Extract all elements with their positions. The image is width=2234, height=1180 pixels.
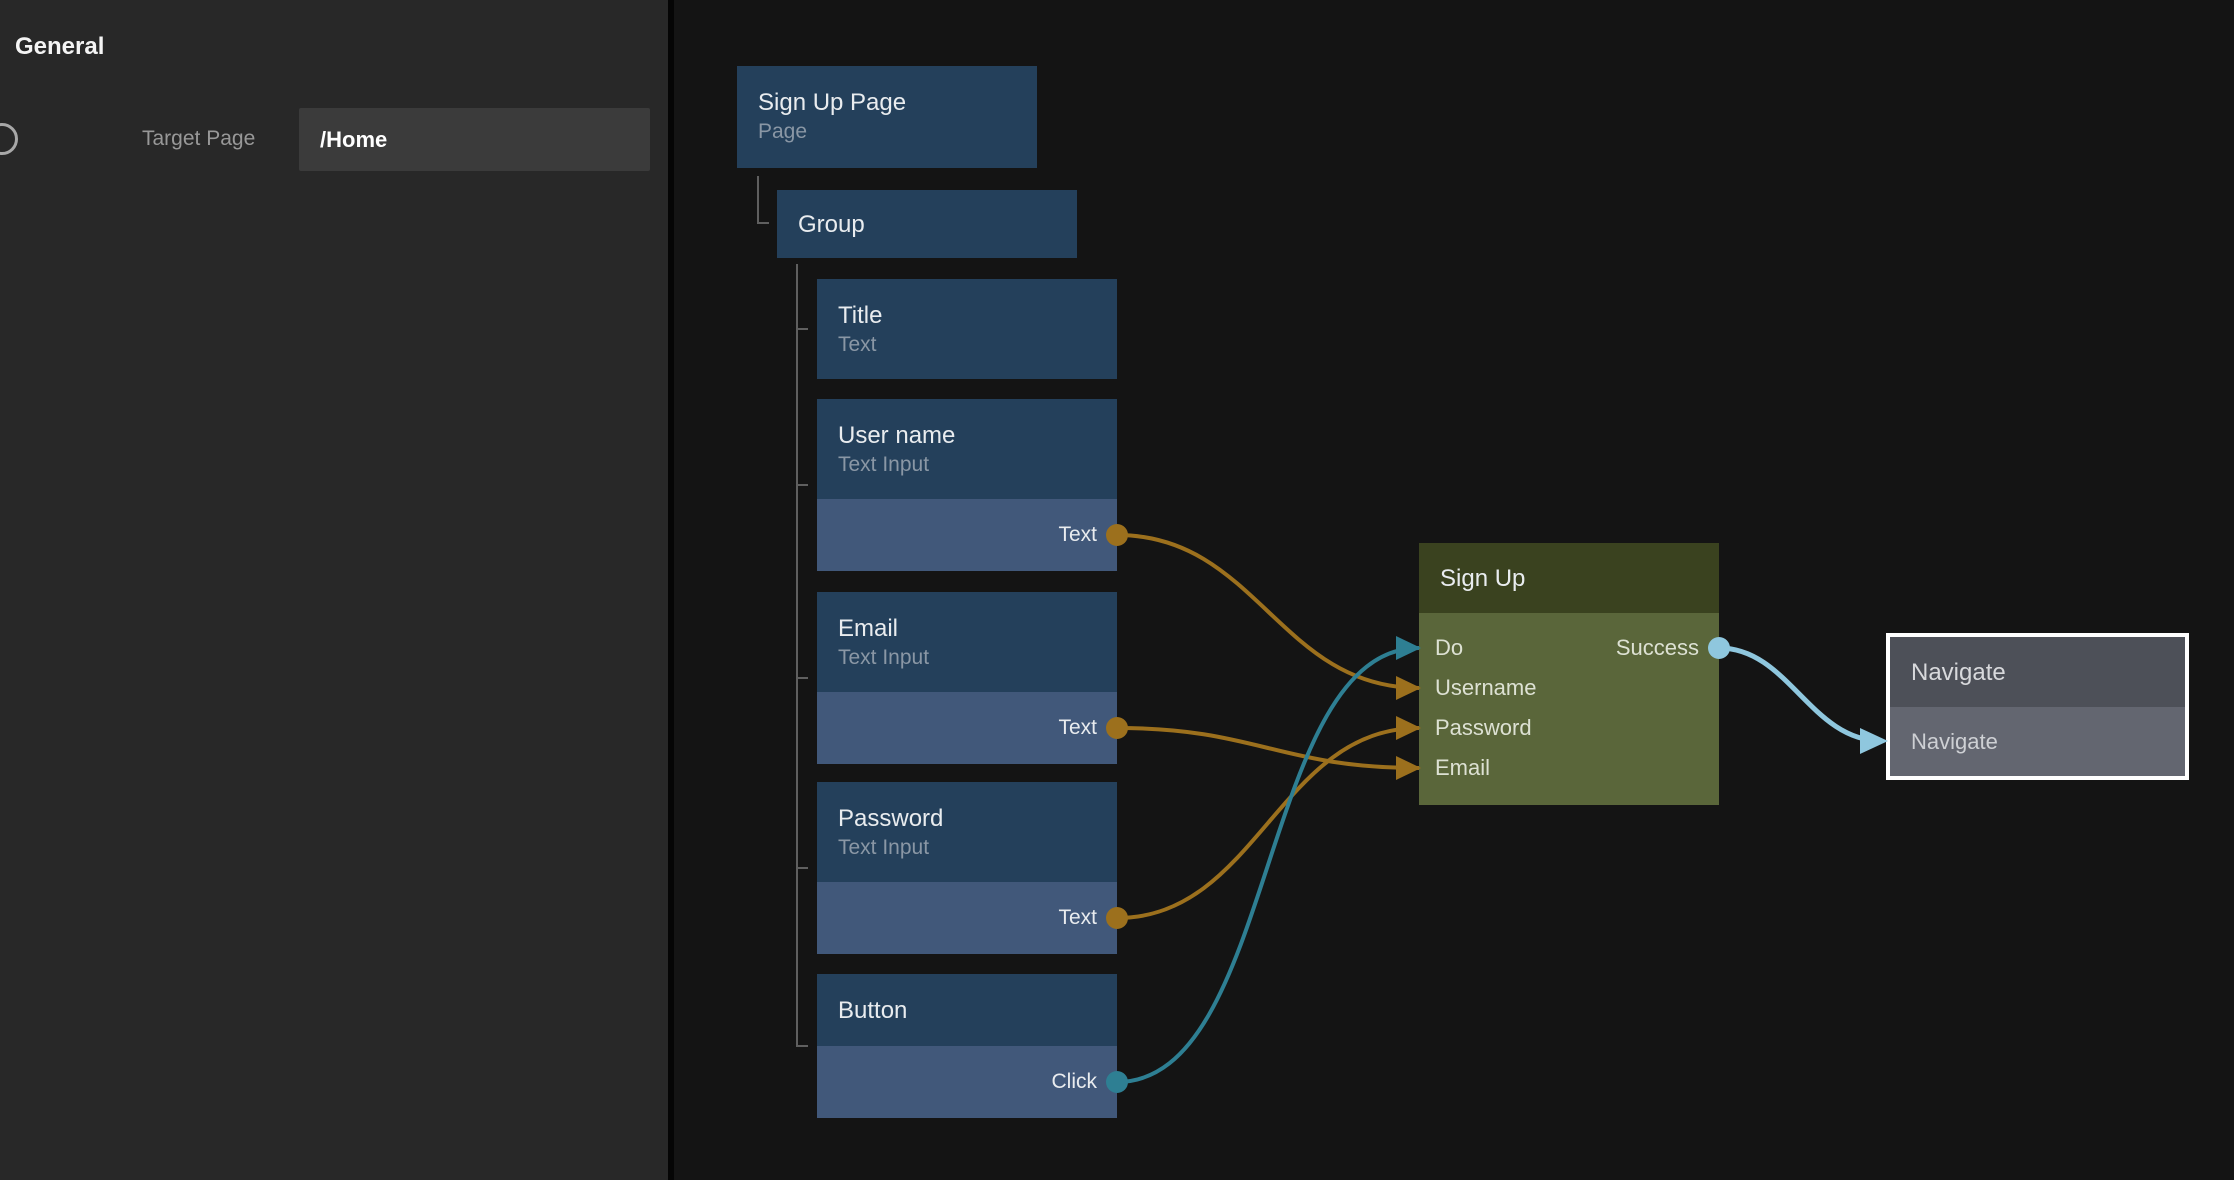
node-navigate[interactable]: Navigate Navigate xyxy=(1886,633,2189,780)
output-port-row[interactable]: Text xyxy=(817,882,1117,954)
arrowhead-password xyxy=(1396,716,1421,740)
node-title: Navigate xyxy=(1911,657,2006,688)
node-user-name[interactable]: User name Text Input Text xyxy=(817,399,1117,571)
wire-success-to-navigate[interactable] xyxy=(1719,648,1882,741)
properties-panel: General Target Page /Home xyxy=(0,0,668,1180)
output-port-row[interactable]: Text xyxy=(817,499,1117,571)
app-window: General Target Page /Home Sign Up Page P… xyxy=(0,0,2234,1180)
node-group[interactable]: Group xyxy=(777,190,1077,258)
wire-password-to-signup[interactable] xyxy=(1117,728,1419,918)
node-subtitle: Text xyxy=(838,331,1117,358)
arrowhead-do xyxy=(1396,636,1421,660)
tree-connector-page-group xyxy=(758,176,769,223)
node-button[interactable]: Button Click xyxy=(817,974,1117,1118)
node-header: Navigate xyxy=(1890,637,2185,707)
node-canvas[interactable]: Sign Up Page Page Group Title Text User … xyxy=(674,0,2234,1180)
arrowhead-navigate xyxy=(1860,728,1888,754)
input-port-email[interactable]: Email xyxy=(1419,748,1719,788)
output-port-row[interactable]: Click xyxy=(817,1046,1117,1118)
node-header: Sign Up Page Page xyxy=(737,66,1037,168)
wire-username-to-signup[interactable] xyxy=(1117,535,1419,688)
output-port-row[interactable]: Text xyxy=(817,692,1117,764)
node-title: Title xyxy=(838,300,1117,331)
node-title: Password xyxy=(838,803,1117,834)
target-page-label: Target Page xyxy=(142,126,255,152)
node-sign-up-page[interactable]: Sign Up Page Page xyxy=(737,66,1037,168)
input-port-label: Navigate xyxy=(1911,729,1998,755)
output-port-label: Text xyxy=(1058,716,1097,740)
output-port-label: Click xyxy=(1052,1070,1098,1094)
panel-title: General xyxy=(15,33,104,61)
wire-click-to-do[interactable] xyxy=(1117,648,1419,1082)
node-title: Email xyxy=(838,613,1117,644)
node-header: Group xyxy=(777,190,1077,258)
node-title: Group xyxy=(798,209,865,240)
node-subtitle: Text Input xyxy=(838,644,1117,671)
node-title: Sign Up xyxy=(1440,563,1525,594)
input-port-password[interactable]: Password xyxy=(1419,708,1719,748)
target-page-input[interactable]: /Home xyxy=(299,108,650,171)
node-header: Sign Up xyxy=(1419,543,1719,613)
node-title: User name xyxy=(838,420,1117,451)
tree-connector-group-children xyxy=(797,264,808,1046)
node-subtitle: Text Input xyxy=(838,834,1117,861)
output-port-label: Text xyxy=(1058,523,1097,547)
node-header: User name Text Input xyxy=(817,399,1117,499)
node-title-text[interactable]: Title Text xyxy=(817,279,1117,379)
node-body: Do Username Password Email Success xyxy=(1419,613,1719,805)
output-port-success[interactable]: Success xyxy=(1616,628,1699,668)
node-header: Password Text Input xyxy=(817,782,1117,882)
node-password[interactable]: Password Text Input Text xyxy=(817,782,1117,954)
node-subtitle: Text Input xyxy=(838,451,1117,478)
arrowhead-username xyxy=(1396,676,1421,700)
arrowhead-email xyxy=(1396,756,1421,780)
node-header: Button xyxy=(817,974,1117,1046)
node-title: Sign Up Page xyxy=(758,87,1037,118)
input-port-username[interactable]: Username xyxy=(1419,668,1719,708)
node-title: Button xyxy=(838,995,907,1026)
output-port-label: Text xyxy=(1058,906,1097,930)
ring-icon xyxy=(0,123,18,155)
node-header: Email Text Input xyxy=(817,592,1117,692)
node-email[interactable]: Email Text Input Text xyxy=(817,592,1117,764)
input-port-navigate[interactable]: Navigate xyxy=(1890,707,2185,776)
wire-email-to-signup[interactable] xyxy=(1117,728,1419,768)
node-header: Title Text xyxy=(817,279,1117,379)
node-sign-up-action[interactable]: Sign Up Do Username Password Email Succe… xyxy=(1419,543,1719,805)
node-subtitle: Page xyxy=(758,118,1037,145)
